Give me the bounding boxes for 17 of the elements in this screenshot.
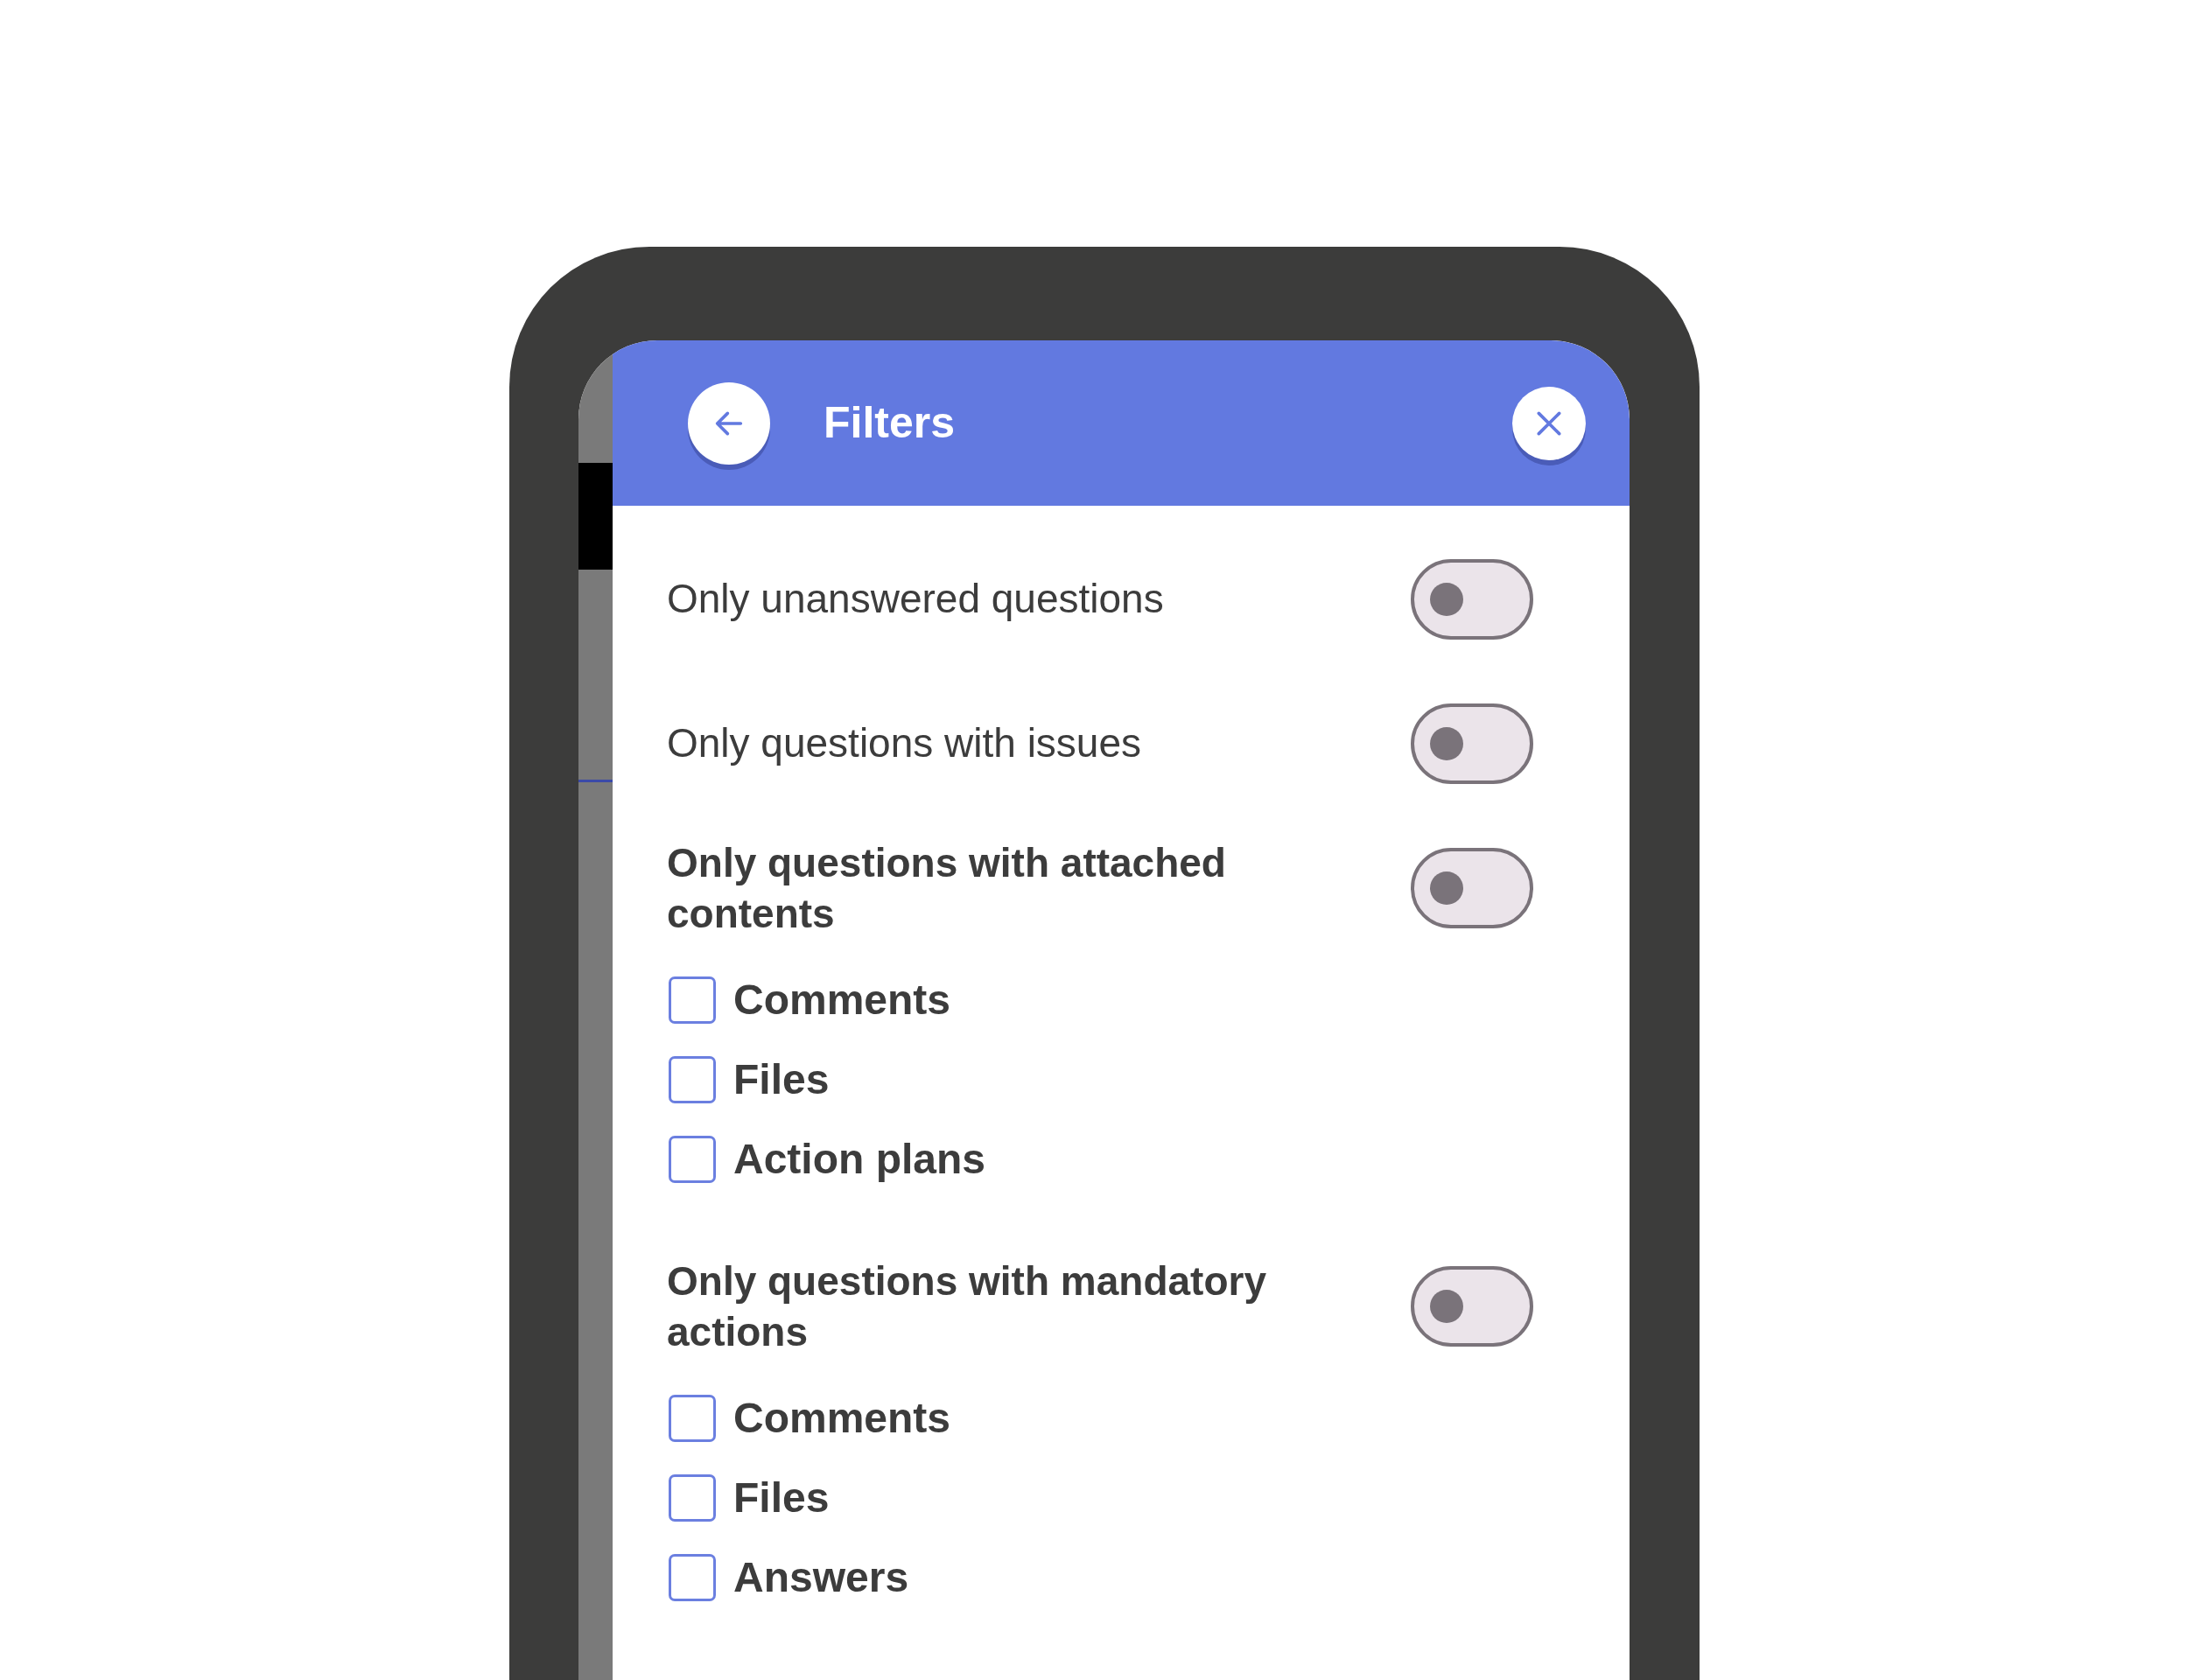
checkbox[interactable]	[669, 1394, 716, 1442]
checkbox[interactable]	[669, 1553, 716, 1601]
checkbox-label: Action plans	[733, 1134, 986, 1184]
header-title: Filters	[824, 397, 956, 449]
filter-label: Only questions with attached contents	[667, 838, 1227, 938]
checkbox-label: Comments	[733, 975, 951, 1025]
checkbox-label: Answers	[733, 1552, 909, 1602]
checkbox[interactable]	[669, 1474, 716, 1522]
checkbox-label: Files	[733, 1054, 830, 1104]
filter-label: Only questions with mandatory actions	[667, 1256, 1267, 1356]
checkbox-label: Comments	[733, 1393, 951, 1443]
checkbox[interactable]	[669, 1135, 716, 1183]
checkbox[interactable]	[669, 1055, 716, 1103]
filter-label: Only questions with issues	[667, 719, 1142, 767]
filter-label: Only unanswered questions	[667, 575, 1164, 623]
checkbox-label: Files	[733, 1473, 830, 1522]
checkbox[interactable]	[669, 976, 716, 1024]
